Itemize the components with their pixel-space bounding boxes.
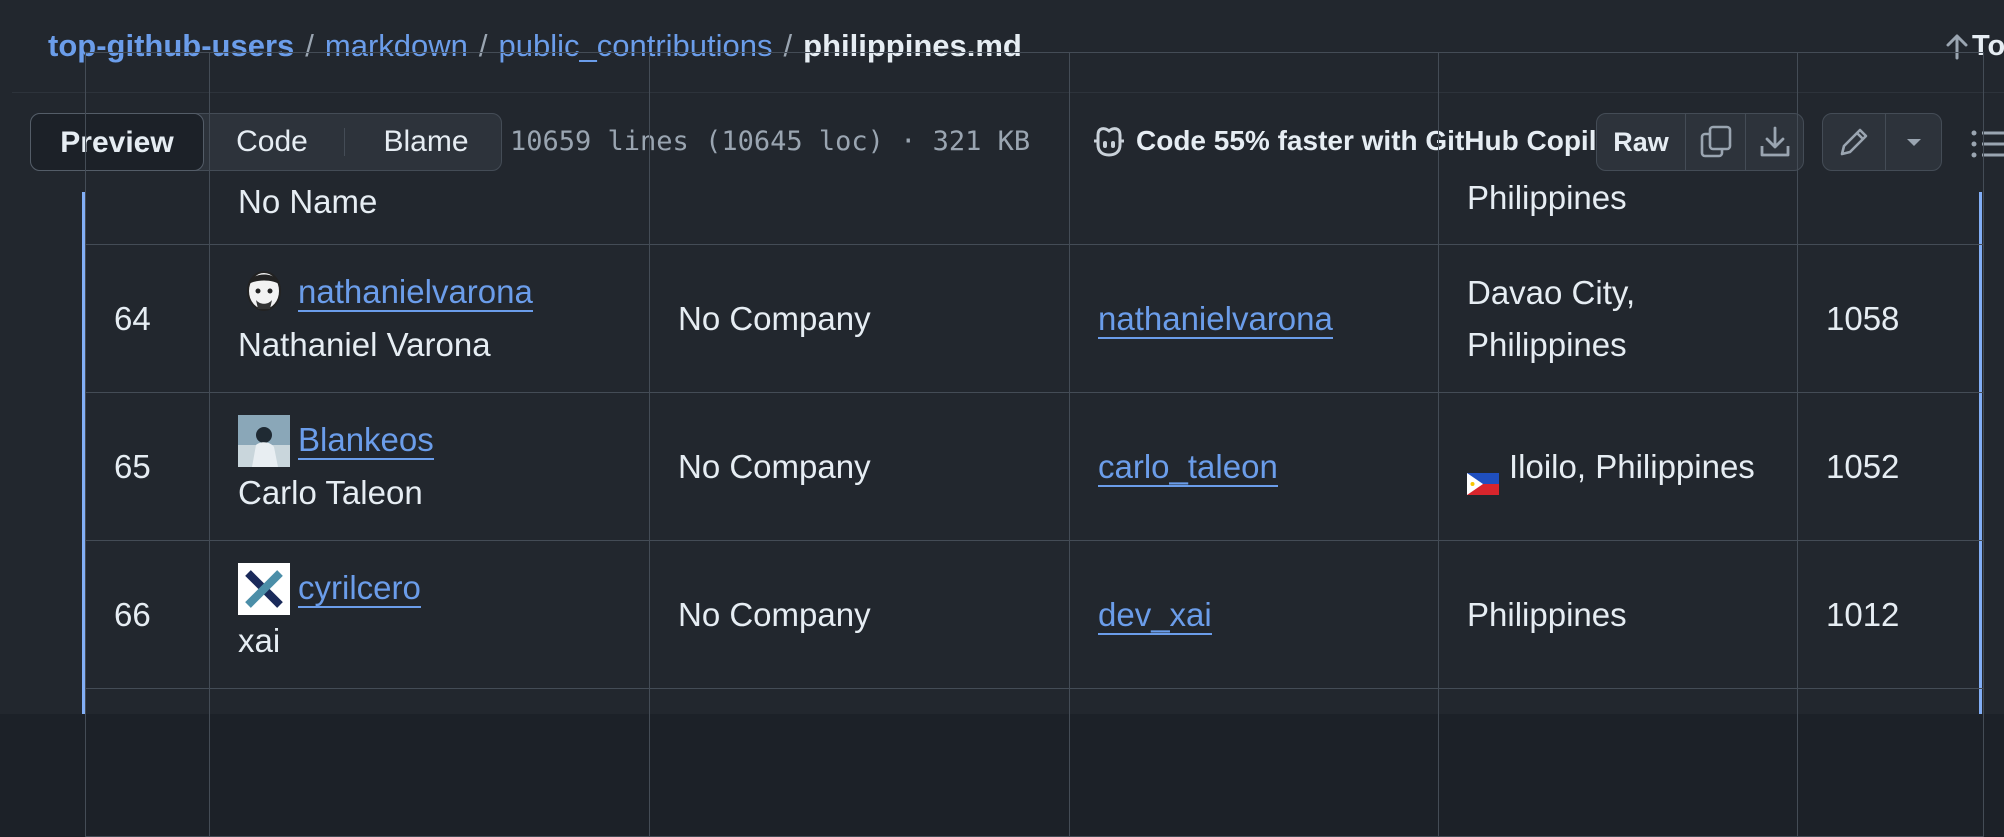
twitter-cell (1069, 52, 1439, 245)
user-name: Nathaniel Varona (238, 326, 491, 363)
twitter-cell (1069, 688, 1439, 837)
markdown-preview: No Name Philippines 64 nathanielvarona N… (12, 52, 2004, 837)
user-cell: cyrilcero xai (209, 540, 650, 689)
rank-cell (85, 688, 210, 837)
table-row: 66 cyrilcero xai No Company dev_xai Phil… (85, 540, 1984, 689)
user-cell: No Name (209, 52, 650, 245)
users-table: No Name Philippines 64 nathanielvarona N… (85, 52, 1984, 837)
location-cell: Philippines (1438, 540, 1798, 689)
contributions-cell (1797, 52, 1984, 245)
user-name: xai (238, 622, 281, 659)
rank-cell (85, 52, 210, 245)
rank-cell: 65 (85, 392, 210, 541)
user-avatar[interactable] (238, 267, 290, 319)
user-profile-link[interactable]: nathanielvarona (298, 273, 533, 312)
contributions-cell: 1052 (1797, 392, 1984, 541)
contributions-cell (1797, 688, 1984, 837)
table-row (85, 688, 1984, 837)
location-cell (1438, 688, 1798, 837)
company-cell: No Company (649, 540, 1070, 689)
user-profile-link[interactable]: Blankeos (298, 421, 434, 460)
location-cell: Philippines (1438, 52, 1798, 245)
table-row: 65 Blankeos Carlo Taleon No Company carl… (85, 392, 1984, 541)
location-cell: Iloilo, Philippines (1438, 392, 1798, 541)
user-avatar[interactable] (238, 415, 290, 467)
user-location: Iloilo, Philippines (1509, 447, 1755, 485)
twitter-cell: dev_xai (1069, 540, 1439, 689)
user-avatar[interactable] (238, 563, 290, 615)
twitter-cell: carlo_taleon (1069, 392, 1439, 541)
user-cell: nathanielvarona Nathaniel Varona (209, 244, 650, 393)
location-cell: Davao City, Philippines (1438, 244, 1798, 393)
twitter-link[interactable]: nathanielvarona (1098, 299, 1333, 339)
company-cell: No Company (649, 244, 1070, 393)
user-name: No Name (238, 183, 378, 220)
table-row: 64 nathanielvarona Nathaniel Varona No C… (85, 244, 1984, 393)
user-profile-link[interactable]: cyrilcero (298, 569, 421, 608)
contributions-cell: 1058 (1797, 244, 1984, 393)
company-cell: No Company (649, 392, 1070, 541)
company-cell (649, 52, 1070, 245)
contributions-cell: 1012 (1797, 540, 1984, 689)
user-location: Philippines (1467, 179, 1627, 216)
table-row: No Name Philippines (85, 52, 1984, 245)
user-name: Carlo Taleon (238, 474, 423, 511)
user-cell: Blankeos Carlo Taleon (209, 392, 650, 541)
user-cell (209, 688, 650, 837)
twitter-link[interactable]: carlo_taleon (1098, 447, 1278, 487)
rank-cell: 66 (85, 540, 210, 689)
company-cell (649, 688, 1070, 837)
twitter-link[interactable]: dev_xai (1098, 595, 1212, 635)
twitter-cell: nathanielvarona (1069, 244, 1439, 393)
rank-cell: 64 (85, 244, 210, 393)
philippines-flag-icon (1467, 458, 1499, 495)
